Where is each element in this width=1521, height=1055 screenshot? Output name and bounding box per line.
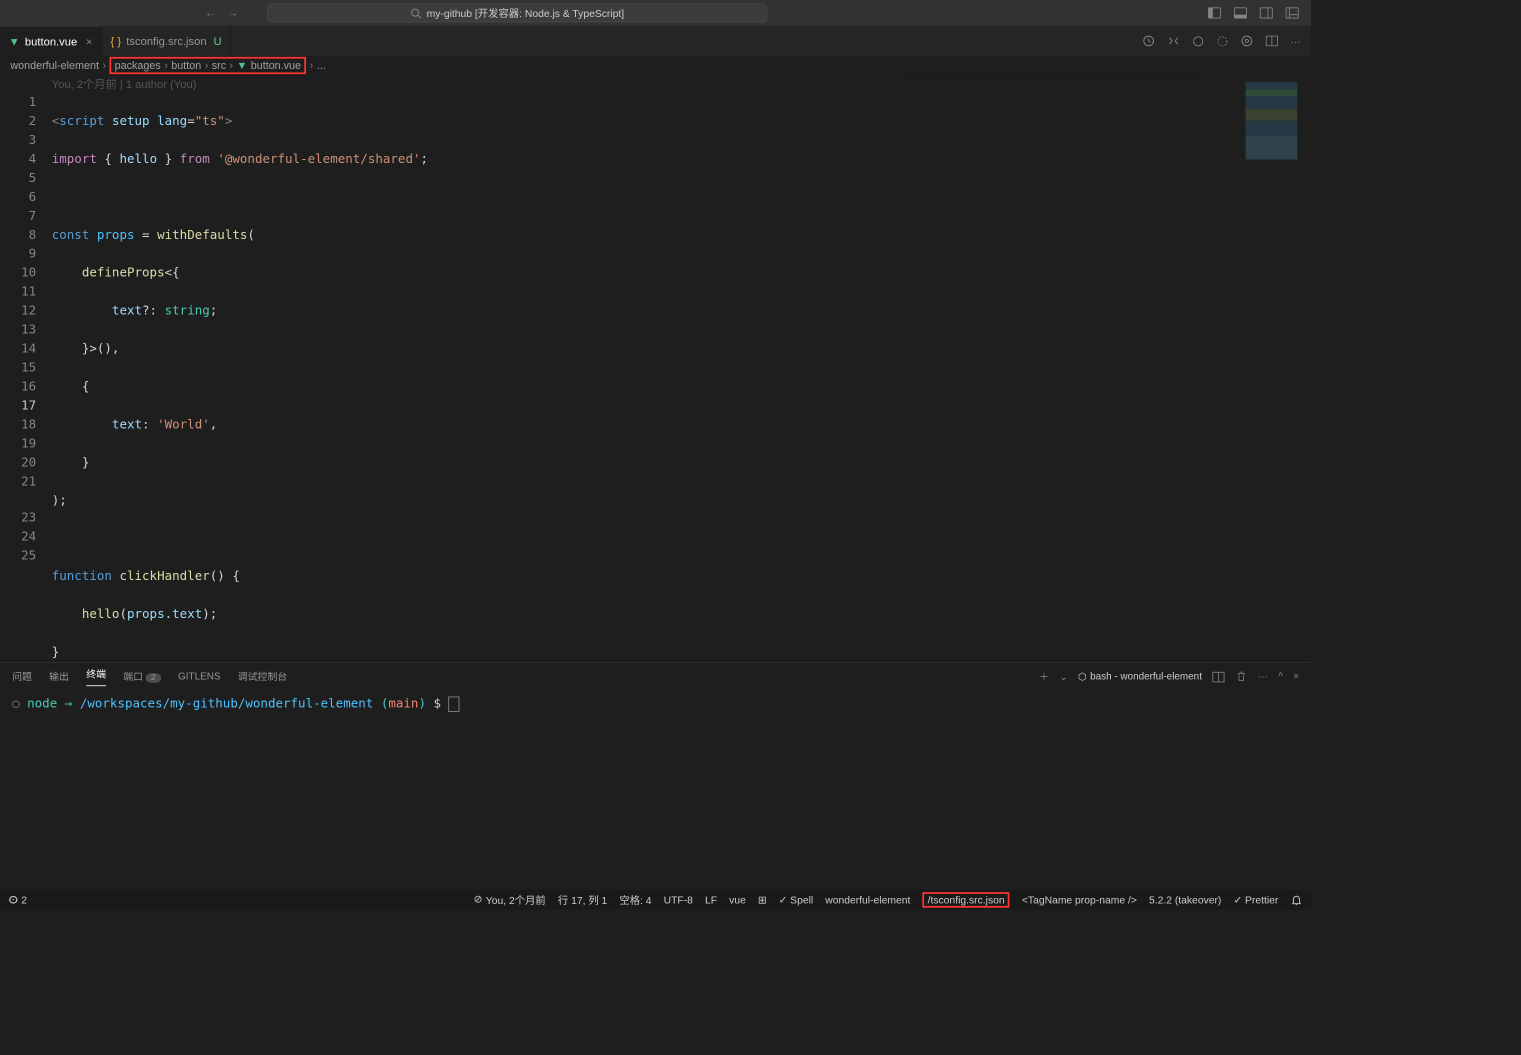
more-icon[interactable]: ··· — [1290, 35, 1300, 47]
tab-label: button.vue — [25, 35, 77, 48]
minimap[interactable] — [1220, 82, 1306, 160]
git-icon[interactable] — [1240, 34, 1253, 47]
bell-icon[interactable] — [1290, 894, 1302, 906]
tab-label: tsconfig.src.json — [126, 34, 206, 47]
close-icon[interactable]: × — [86, 35, 93, 48]
maximize-icon[interactable]: ^ — [1278, 671, 1283, 681]
title-actions — [1208, 6, 1305, 20]
tab-button-vue[interactable]: ▼ button.vue × — [0, 26, 102, 56]
breadcrumb-highlighted: packages › button › src › ▼ button.vue — [109, 57, 306, 74]
run-icon-2[interactable] — [1216, 35, 1228, 47]
code-area[interactable]: <script setup lang="ts"> import { hello … — [52, 93, 1311, 662]
panel-tab-terminal[interactable]: 终端 — [86, 667, 106, 686]
editor-toolbar: ··· — [1142, 26, 1311, 56]
breadcrumb-item[interactable]: button.vue — [251, 59, 301, 71]
history-icon[interactable] — [1142, 34, 1155, 47]
breadcrumb-root[interactable]: wonderful-element — [10, 59, 99, 71]
status-blame[interactable]: ⊘You, 2个月前 — [474, 893, 546, 908]
panel-tab-output[interactable]: 输出 — [49, 670, 69, 684]
split-terminal-icon[interactable] — [1212, 670, 1225, 683]
vue-icon: ▼ — [9, 35, 20, 48]
breadcrumb-item[interactable]: packages — [115, 59, 161, 71]
run-icon[interactable] — [1192, 35, 1204, 47]
compare-icon[interactable] — [1167, 34, 1180, 47]
more-icon[interactable]: ··· — [1258, 671, 1268, 681]
panel-tab-gitlens[interactable]: GITLENS — [178, 671, 220, 681]
customize-layout-icon[interactable] — [1285, 6, 1299, 20]
panel-tab-debug[interactable]: 调试控制台 — [238, 670, 288, 684]
new-terminal-icon[interactable]: ＋ — [1039, 670, 1049, 684]
radio-icon: ⵙ — [9, 894, 18, 906]
bottom-panel: 问题 输出 终端 端口2 GITLENS 调试控制台 ＋ ⌄ ⬡bash - w… — [0, 662, 1311, 890]
status-indent[interactable]: 空格: 4 — [619, 893, 651, 908]
status-bar: ⵙ2 ⊘You, 2个月前 行 17, 列 1 空格: 4 UTF-8 LF v… — [0, 890, 1311, 909]
tab-tsconfig[interactable]: { } tsconfig.src.json U — [102, 26, 231, 56]
status-eol[interactable]: LF — [705, 894, 717, 906]
editor: You, 2个月前 | 1 author (You) 1234567891011… — [0, 75, 1311, 662]
status-lang[interactable]: vue — [729, 894, 746, 906]
chevron-right-icon: › — [164, 59, 168, 71]
close-icon[interactable]: × — [1293, 671, 1299, 681]
trash-icon[interactable] — [1236, 671, 1248, 683]
modified-indicator: U — [214, 34, 222, 47]
breadcrumb-more[interactable]: ... — [317, 59, 326, 71]
layout-left-icon[interactable] — [1208, 6, 1222, 20]
copilot-icon[interactable]: ⊞ — [758, 894, 767, 906]
remote-indicator[interactable]: ⵙ2 — [9, 894, 27, 906]
bash-icon: ⬡ — [1078, 671, 1087, 683]
json-icon: { } — [110, 34, 121, 47]
workspace-title: my-github [开发容器: Node.js & TypeScript] — [427, 6, 625, 21]
person-icon: ⊘ — [474, 893, 483, 908]
search-icon — [410, 7, 421, 18]
layout-bottom-icon[interactable] — [1234, 6, 1248, 20]
status-project[interactable]: wonderful-element — [825, 894, 910, 906]
panel-tab-ports[interactable]: 端口2 — [123, 670, 161, 684]
chevron-right-icon: › — [230, 59, 234, 71]
status-cursor[interactable]: 行 17, 列 1 — [558, 893, 607, 908]
chevron-right-icon: › — [102, 59, 106, 71]
status-encoding[interactable]: UTF-8 — [664, 894, 693, 906]
status-tagname[interactable]: <TagName prop-name /> — [1022, 894, 1137, 906]
forward-arrow-icon[interactable]: → — [228, 7, 238, 19]
layout-right-icon[interactable] — [1259, 6, 1273, 20]
chevron-right-icon: › — [310, 59, 314, 71]
status-tsconfig-highlight[interactable]: /tsconfig.src.json — [922, 892, 1009, 908]
panel-tab-problems[interactable]: 问题 — [12, 670, 32, 684]
gitlens-blame-top: You, 2个月前 | 1 author (You) — [0, 75, 1311, 93]
panel-tabs: 问题 输出 终端 端口2 GITLENS 调试控制台 ＋ ⌄ ⬡bash - w… — [0, 663, 1311, 691]
split-icon[interactable] — [1265, 34, 1278, 47]
editor-tabs: ▼ button.vue × { } tsconfig.src.json U ·… — [0, 26, 1311, 56]
nav-arrows: ← → — [205, 7, 238, 19]
breadcrumb: wonderful-element › packages › button › … — [0, 56, 1311, 75]
title-bar: ← → my-github [开发容器: Node.js & TypeScrip… — [0, 0, 1311, 26]
breadcrumb-item[interactable]: button — [171, 59, 201, 71]
status-prettier[interactable]: ✓ Prettier — [1233, 894, 1278, 906]
terminal-content[interactable]: ○ node → /workspaces/my-github/wonderful… — [0, 690, 1311, 718]
terminal-name[interactable]: ⬡bash - wonderful-element — [1078, 671, 1202, 683]
status-spell[interactable]: ✓ Spell — [779, 894, 814, 906]
line-gutter: 123456789101112131415161718192021232425 — [0, 93, 52, 662]
command-center-search[interactable]: my-github [开发容器: Node.js & TypeScript] — [267, 3, 767, 22]
status-ts-version[interactable]: 5.2.2 (takeover) — [1149, 894, 1221, 906]
back-arrow-icon[interactable]: ← — [205, 7, 215, 19]
chevron-right-icon: › — [205, 59, 209, 71]
vue-icon: ▼ — [237, 59, 248, 71]
chevron-down-icon[interactable]: ⌄ — [1059, 671, 1067, 683]
breadcrumb-item[interactable]: src — [212, 59, 226, 71]
